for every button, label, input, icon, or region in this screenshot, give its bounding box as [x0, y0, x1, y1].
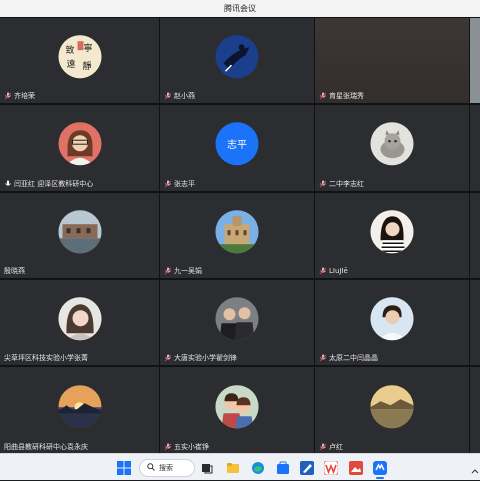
- mic-muted-icon: [164, 267, 172, 275]
- mic-muted-icon: [319, 443, 327, 451]
- participant-name: 齐培荣: [14, 91, 35, 100]
- participant-name-bar: 大唐实验小学翟剑锋: [164, 352, 237, 363]
- partial-tile: [470, 105, 480, 191]
- avatar: 致 寧 遠 靜: [58, 34, 101, 78]
- image-app-icon[interactable]: [349, 460, 363, 475]
- mic-active-icon: [4, 180, 12, 188]
- participant-tile[interactable]: 殷晓燕: [0, 193, 159, 278]
- mic-muted-icon: [4, 92, 12, 100]
- participant-tile[interactable]: 闫亚红 迎泽区教科研中心: [0, 105, 159, 191]
- partial-tile: [470, 280, 480, 365]
- participant-tile[interactable]: 致 寧 遠 靜 齐培荣: [0, 18, 159, 103]
- taskbar: 搜索: [0, 453, 480, 480]
- avatar: [215, 384, 259, 428]
- participant-tile[interactable]: 志平 张志平: [160, 105, 314, 191]
- participant-tile[interactable]: 卢红: [315, 367, 469, 454]
- task-view-icon[interactable]: [200, 460, 214, 474]
- participant-name-bar: 卢红: [319, 441, 343, 452]
- window-titlebar: 腾讯会议: [0, 0, 480, 17]
- mic-muted-icon: [164, 443, 172, 451]
- search-icon: [147, 463, 155, 473]
- participant-name-bar: 五实小崔铮: [164, 441, 209, 452]
- participant-name: 育星张瑞秀: [329, 91, 364, 100]
- participant-name: 赵小燕: [174, 91, 195, 100]
- participant-name-bar: 尖草坪区科技实验小学张菁: [4, 352, 88, 363]
- avatar: [215, 209, 259, 253]
- pen-app-icon[interactable]: [300, 460, 314, 475]
- avatar: [370, 296, 414, 340]
- participant-tile[interactable]: 太原二中闫晶晶: [315, 280, 469, 365]
- participant-name: LIuJIē: [329, 266, 348, 275]
- participant-name: 阳曲县教研科研中心袁永庆: [4, 442, 88, 451]
- participant-name-bar: LIuJIē: [319, 265, 348, 276]
- participant-name: 闫亚红 迎泽区教科研中心: [14, 179, 94, 188]
- participant-name: 二中李志红: [329, 179, 364, 188]
- taskbar-search[interactable]: 搜索: [139, 459, 195, 477]
- avatar: [58, 384, 101, 428]
- avatar: [58, 122, 101, 166]
- svg-text:遠: 遠: [66, 58, 75, 70]
- search-label: 搜索: [159, 464, 173, 472]
- file-explorer-icon[interactable]: [226, 460, 240, 474]
- mic-muted-icon: [164, 92, 172, 100]
- avatar: [370, 384, 414, 428]
- participant-tile[interactable]: LIuJIē: [315, 193, 469, 278]
- partial-tile: [470, 367, 480, 454]
- participant-name: 张志平: [174, 179, 195, 188]
- participant-name: 九一吴娟: [174, 266, 202, 275]
- window-title: 腾讯会议: [224, 4, 256, 13]
- avatar: [58, 209, 101, 253]
- participant-name: 太原二中闫晶晶: [329, 353, 378, 362]
- mic-muted-icon: [319, 354, 327, 362]
- participant-tile[interactable]: 育星张瑞秀: [315, 18, 469, 103]
- participant-name: 尖草坪区科技实验小学张菁: [4, 353, 88, 362]
- avatar: 志平: [215, 122, 259, 166]
- participant-name-bar: 张志平: [164, 178, 195, 189]
- participant-name-bar: 太原二中闫晶晶: [319, 352, 378, 363]
- participant-tile[interactable]: 赵小燕: [160, 18, 314, 103]
- edge-browser-icon[interactable]: [251, 460, 265, 474]
- participant-name: 殷晓燕: [4, 266, 25, 275]
- mic-muted-icon: [319, 180, 327, 188]
- participant-name-bar: 齐培荣: [4, 90, 35, 101]
- participant-name-bar: 九一吴娟: [164, 265, 202, 276]
- participant-name-bar: 育星张瑞秀: [319, 90, 364, 101]
- tencent-meeting-icon[interactable]: [373, 460, 387, 475]
- wps-office-icon[interactable]: [323, 460, 339, 476]
- store-icon[interactable]: [276, 460, 290, 474]
- avatar: [370, 122, 414, 166]
- participant-name: 大唐实验小学翟剑锋: [174, 353, 237, 362]
- participant-name: 五实小崔铮: [174, 442, 209, 451]
- participant-tile[interactable]: 阳曲县教研科研中心袁永庆: [0, 367, 159, 454]
- avatar: [370, 209, 414, 253]
- participant-tile[interactable]: 尖草坪区科技实验小学张菁: [0, 280, 159, 365]
- participant-name-bar: 赵小燕: [164, 90, 195, 101]
- svg-text:致: 致: [65, 44, 74, 56]
- participant-name-bar: 二中李志红: [319, 178, 364, 189]
- partial-tile: [470, 18, 480, 103]
- participant-name-bar: 闫亚红 迎泽区教科研中心: [4, 178, 93, 189]
- chevron-up-icon[interactable]: [470, 462, 480, 474]
- participant-tile[interactable]: 五实小崔铮: [160, 367, 314, 454]
- windows-start-icon[interactable]: [117, 460, 131, 475]
- partial-tile: [470, 193, 480, 278]
- participant-grid: 致 寧 遠 靜 齐培荣 赵小燕 育星张瑞秀 闫亚红 迎泽区教科研中心 志平 张志…: [0, 17, 480, 454]
- participant-name-bar: 阳曲县教研科研中心袁永庆: [4, 441, 88, 452]
- mic-muted-icon: [319, 267, 327, 275]
- participant-tile[interactable]: 九一吴娟: [160, 193, 314, 278]
- active-app-indicator: [376, 477, 384, 479]
- svg-text:靜: 靜: [82, 60, 91, 72]
- mic-muted-icon: [164, 354, 172, 362]
- avatar-initials: 志平: [227, 140, 247, 152]
- participant-tile[interactable]: 二中李志红: [315, 105, 469, 191]
- participant-name-bar: 殷晓燕: [4, 265, 25, 276]
- avatar: [215, 296, 259, 340]
- avatar: [58, 296, 101, 340]
- avatar: [215, 34, 259, 78]
- svg-text:寧: 寧: [83, 42, 92, 54]
- mic-muted-icon: [319, 92, 327, 100]
- participant-name: 卢红: [329, 442, 343, 451]
- mic-muted-icon: [164, 180, 172, 188]
- participant-tile[interactable]: 大唐实验小学翟剑锋: [160, 280, 314, 365]
